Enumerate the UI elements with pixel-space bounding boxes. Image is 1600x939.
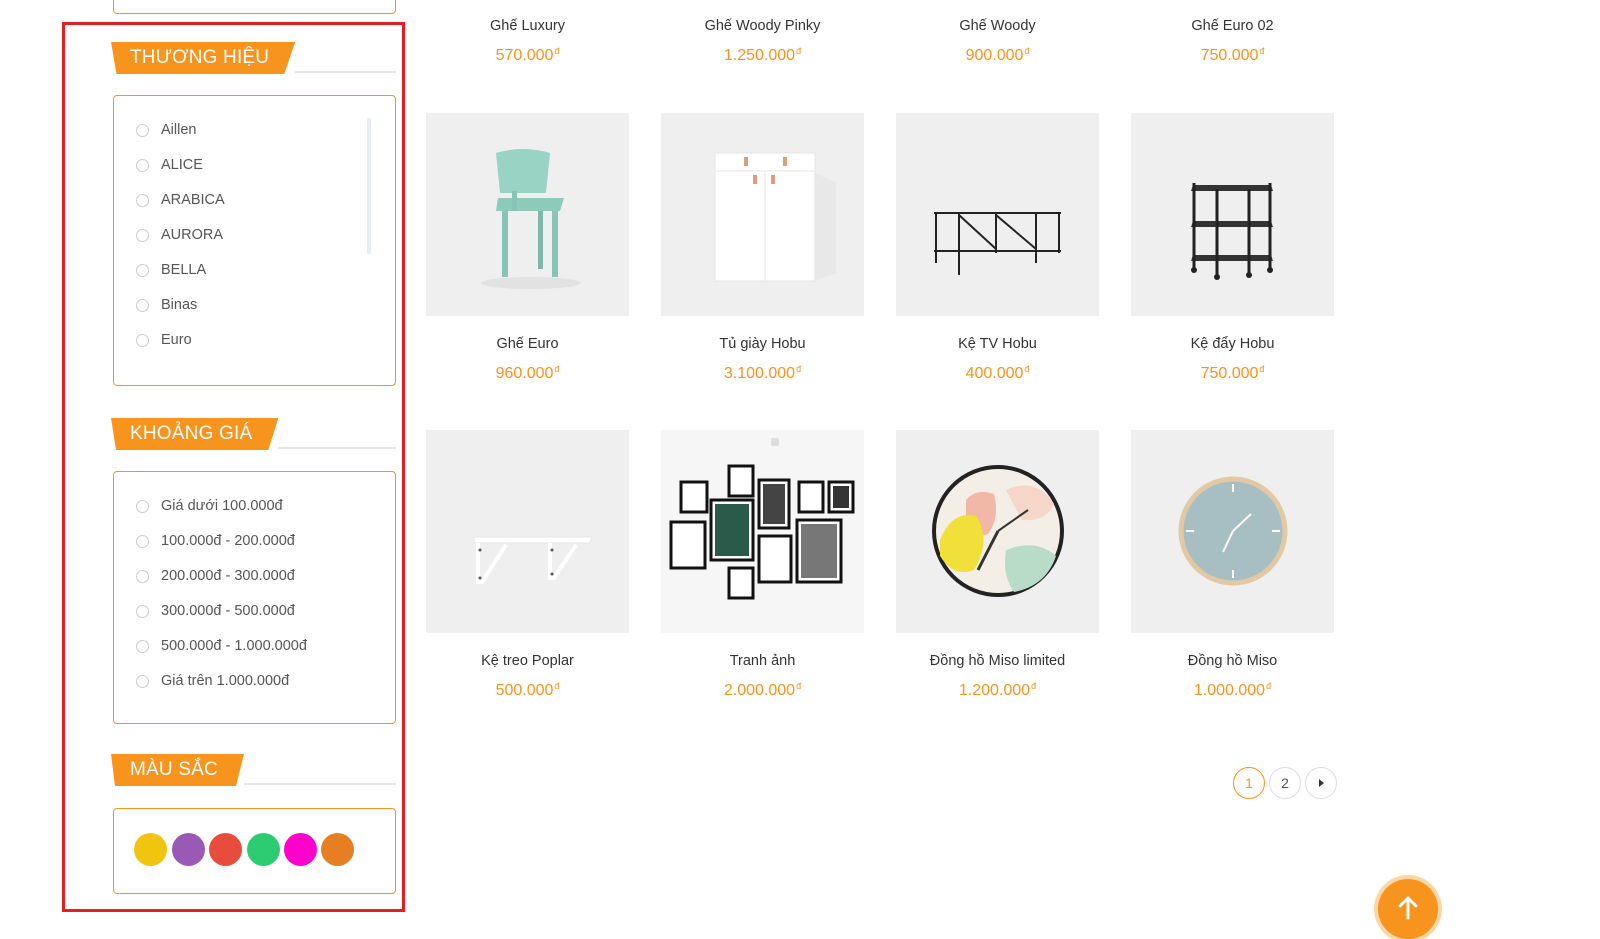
pagination-next-button[interactable] (1305, 767, 1337, 799)
product-price: 900.000đ (965, 46, 1030, 64)
product-image[interactable] (896, 113, 1099, 316)
back-to-top-button[interactable] (1378, 879, 1438, 939)
product-name[interactable]: Tủ giày Hobu (661, 336, 864, 352)
product-name[interactable]: Ghế Luxury (426, 18, 629, 34)
pagination-page-2[interactable]: 2 (1269, 767, 1301, 799)
product-price: 750.000đ (1200, 46, 1265, 64)
product-name[interactable]: Kệ treo Poplar (426, 653, 629, 669)
previous-filter-box (113, 0, 396, 14)
product-card[interactable]: Kệ TV Hobu 400.000đ (896, 113, 1099, 383)
product-name[interactable]: Ghế Euro (426, 336, 629, 352)
white-cabinet-image (714, 152, 836, 282)
arrow-up-icon (1398, 896, 1418, 920)
product-image[interactable] (1131, 113, 1334, 316)
product-card[interactable]: Kệ đẩy Hobu 750.000đ (1131, 113, 1334, 383)
product-card[interactable]: Kệ treo Poplar 500.000đ (426, 430, 629, 700)
product-image[interactable] (896, 430, 1099, 633)
product-card[interactable]: Tủ giày Hobu 3.100.000đ (661, 113, 864, 383)
product-name[interactable]: Ghế Woody (896, 18, 1099, 34)
product-image[interactable] (426, 113, 629, 316)
product-price: 570.000đ (495, 46, 560, 64)
product-name[interactable]: Đồng hồ Miso (1131, 653, 1334, 669)
product-price: 1.200.000đ (958, 681, 1037, 699)
product-image[interactable] (1131, 430, 1334, 633)
product-price: 3.100.000đ (723, 364, 802, 382)
product-card[interactable]: Ghế Luxury 570.000đ (426, 18, 629, 65)
product-name[interactable]: Ghế Euro 02 (1131, 18, 1334, 34)
product-price: 1.000.000đ (1193, 681, 1272, 699)
product-name[interactable]: Kệ TV Hobu (896, 336, 1099, 352)
mint-chair-image (481, 149, 581, 289)
product-image[interactable] (426, 430, 629, 633)
rolling-shelf-image (1191, 183, 1273, 280)
product-price: 1.250.000đ (723, 46, 802, 64)
product-name[interactable]: Kệ đẩy Hobu (1131, 336, 1334, 352)
product-card[interactable]: Đồng hồ Miso limited 1.200.000đ (896, 430, 1099, 700)
colorful-clock-image (932, 465, 1064, 597)
product-price: 960.000đ (495, 364, 560, 382)
product-card[interactable]: Tranh ảnh 2.000.000đ (661, 430, 864, 700)
product-name[interactable]: Tranh ảnh (661, 653, 864, 669)
product-card[interactable]: Ghế Woody Pinky 1.250.000đ (661, 18, 864, 65)
blue-clock-image (1178, 476, 1288, 586)
product-price: 2.000.000đ (723, 681, 802, 699)
product-image[interactable] (661, 113, 864, 316)
product-image[interactable] (661, 430, 864, 633)
product-card[interactable]: Ghế Euro 02 750.000đ (1131, 18, 1334, 65)
wall-shelf-image (473, 536, 593, 584)
product-card[interactable]: Đồng hồ Miso 1.000.000đ (1131, 430, 1334, 700)
product-price: 500.000đ (495, 681, 560, 699)
sidebar-highlight-frame (62, 22, 405, 912)
tv-stand-image (934, 212, 1061, 275)
product-card[interactable]: Ghế Euro 960.000đ (426, 113, 629, 383)
product-price: 750.000đ (1200, 364, 1265, 382)
product-name[interactable]: Ghế Woody Pinky (661, 18, 864, 34)
product-price: 400.000đ (965, 364, 1030, 382)
product-name[interactable]: Đồng hồ Miso limited (896, 653, 1099, 669)
caret-right-icon (1319, 779, 1324, 787)
pagination-page-1[interactable]: 1 (1233, 767, 1265, 799)
picture-frames-image (669, 438, 855, 600)
product-card[interactable]: Ghế Woody 900.000đ (896, 18, 1099, 65)
